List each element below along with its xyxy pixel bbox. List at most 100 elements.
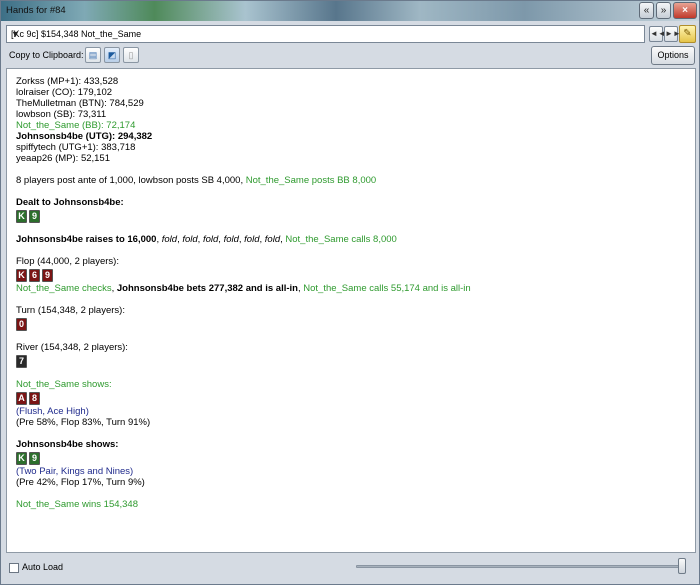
title-bar[interactable]: Hands for #84 « » × xyxy=(1,1,699,21)
slider-thumb[interactable] xyxy=(678,558,686,574)
flop-bet: Johnsonsb4be bets 277,382 and is all-in xyxy=(116,283,298,294)
preflop-raise: Johnsonsb4be raises to 16,000 xyxy=(16,234,157,245)
card-group: A8 xyxy=(16,392,686,405)
equity-text: (Pre 42%, Flop 17%, Turn 9%) xyxy=(16,477,145,488)
posts-line: 8 players post ante of 1,000, lowbson po… xyxy=(16,175,686,186)
posts-text: 8 players post ante of 1,000, lowbson po… xyxy=(16,175,246,186)
result-block: Not_the_Same wins 154,348 xyxy=(16,499,686,510)
copy-forum-button[interactable]: ◩ xyxy=(104,47,120,63)
hand-description: (Two Pair, Kings and Nines) xyxy=(16,466,686,477)
players-block: Zorkss (MP+1): 433,528 lolraiser (CO): 17… xyxy=(16,76,686,164)
fold-action: fold xyxy=(244,234,260,245)
showdown-label-text: Not_the_Same shows: xyxy=(16,379,112,390)
hand-history-text: Zorkss (MP+1): 433,528 lolraiser (CO): 17… xyxy=(16,76,686,521)
title-next-button[interactable]: » xyxy=(656,2,671,19)
player-line: Zorkss (MP+1): 433,528 xyxy=(16,76,686,87)
previous-hand-button[interactable]: ◄◄ xyxy=(649,26,666,42)
showdown-label-text: Johnsonsb4be shows: xyxy=(16,439,119,450)
card: K xyxy=(16,452,27,465)
player-stack: lowbson (SB): 73,311 xyxy=(16,109,107,120)
river-block: River (154,348, 2 players): 7 xyxy=(16,342,686,368)
turn-label-text: Turn (154,348, 2 players): xyxy=(16,305,125,316)
text-format-icon: ▤ xyxy=(88,50,98,60)
copy-text-button[interactable]: ▤ xyxy=(85,47,101,63)
card-group: 0 xyxy=(16,318,686,331)
card: 6 xyxy=(29,269,40,282)
preflop-line: Johnsonsb4be raises to 16,000, fold, fol… xyxy=(16,234,686,245)
flop-check: Not_the_Same checks xyxy=(16,283,112,294)
player-line: yeaap26 (MP): 52,151 xyxy=(16,153,686,164)
hands-window: Hands for #84 « » × [Kc 9c] $154,348 Not… xyxy=(0,0,700,585)
card: K xyxy=(16,210,27,223)
close-button[interactable]: × xyxy=(673,2,697,19)
player-stack: yeaap26 (MP): 52,151 xyxy=(16,153,111,164)
player-line: Not_the_Same (BB): 72,174 xyxy=(16,120,686,131)
auto-load-label: Auto Load xyxy=(22,562,64,572)
flop-label: Flop (44,000, 2 players): xyxy=(16,256,686,267)
card: 9 xyxy=(29,210,40,223)
player-stack: Zorkss (MP+1): 433,528 xyxy=(16,76,119,87)
dealt-label: Dealt to Johnsonsb4be: xyxy=(16,197,686,208)
flop-actions: Not_the_Same checks, Johnsonsb4be bets 2… xyxy=(16,283,686,294)
slider-track[interactable] xyxy=(356,565,686,568)
player-line: spiffytech (UTG+1): 383,718 xyxy=(16,142,686,153)
player-line: lolraiser (CO): 179,102 xyxy=(16,87,686,98)
turn-label: Turn (154,348, 2 players): xyxy=(16,305,686,316)
equity-line: (Pre 58%, Flop 83%, Turn 91%) xyxy=(16,417,686,428)
player-line: lowbson (SB): 73,311 xyxy=(16,109,686,120)
player-stack: spiffytech (UTG+1): 383,718 xyxy=(16,142,136,153)
card: 8 xyxy=(29,392,40,405)
hand-history-panel[interactable]: Zorkss (MP+1): 433,528 lolraiser (CO): 17… xyxy=(6,68,696,553)
title-prev-button[interactable]: « xyxy=(639,2,654,19)
player-line: TheMulletman (BTN): 784,529 xyxy=(16,98,686,109)
status-bar: Auto Load xyxy=(1,556,699,584)
card-group: K9 xyxy=(16,452,686,465)
flop-block: Flop (44,000, 2 players): K 6 9 Not_the_Same… xyxy=(16,256,686,294)
card-group: K69 xyxy=(16,269,686,282)
river-label: River (154,348, 2 players): xyxy=(16,342,686,353)
preflop-block: Johnsonsb4be raises to 16,000, fold, fol… xyxy=(16,234,686,245)
fold-action: fold xyxy=(182,234,198,245)
preflop-call: Not_the_Same calls 8,000 xyxy=(285,234,397,245)
result-line: Not_the_Same wins 154,348 xyxy=(16,499,686,510)
card: 7 xyxy=(16,355,27,368)
copy-html-button[interactable]: ▯ xyxy=(123,47,139,63)
card: 9 xyxy=(29,452,40,465)
document-icon: ▯ xyxy=(128,50,134,60)
card: 0 xyxy=(16,318,27,331)
player-stack: Not_the_Same (BB): 72,174 xyxy=(16,120,136,131)
card: A xyxy=(16,392,27,405)
copy-to-clipboard-label: Copy to Clipboard: xyxy=(9,50,84,60)
player-stack: TheMulletman (BTN): 784,529 xyxy=(16,98,144,109)
window-title: Hands for #84 xyxy=(6,5,66,16)
showdown-label: Johnsonsb4be shows: xyxy=(16,439,686,450)
forum-format-icon: ◩ xyxy=(107,50,117,60)
fold-action: fold xyxy=(161,234,178,245)
fold-action: fold xyxy=(264,234,281,245)
fold-action: fold xyxy=(202,234,219,245)
chevron-down-icon[interactable]: ▼ xyxy=(11,29,642,39)
auto-load-checkbox[interactable] xyxy=(9,563,19,573)
options-button[interactable]: Options xyxy=(651,46,695,65)
equity-line: (Pre 42%, Flop 17%, Turn 9%) xyxy=(16,477,686,488)
player-line: Johnsonsb4be (UTG): 294,382 xyxy=(16,131,686,142)
hand-description-text: (Flush, Ace High) xyxy=(16,406,89,417)
hand-description: (Flush, Ace High) xyxy=(16,406,686,417)
hand-selector-dropdown[interactable]: [Kc 9c] $154,348 Not_the_Same ▼ xyxy=(6,25,645,43)
equity-text: (Pre 58%, Flop 83%, Turn 91%) xyxy=(16,417,151,428)
showdown-block: Not_the_Same shows: A 8 (Flush, Ace High) (P… xyxy=(16,379,686,428)
flop-call: Not_the_Same calls 55,174 and is all-in xyxy=(303,283,471,294)
dealt-block: Dealt to Johnsonsb4be: K 9 xyxy=(16,197,686,223)
card-group: 7 xyxy=(16,355,686,368)
turn-block: Turn (154,348, 2 players): 0 xyxy=(16,305,686,331)
next-hand-button[interactable]: ►► xyxy=(664,26,681,42)
dealt-label-text: Dealt to Johnsonsb4be: xyxy=(16,197,124,208)
fold-action: fold xyxy=(223,234,239,245)
showdown-block: Johnsonsb4be shows: K 9 (Two Pair, Kings an… xyxy=(16,439,686,488)
card-group: K9 xyxy=(16,210,686,223)
result-text: Not_the_Same wins 154,348 xyxy=(16,499,138,510)
card: 9 xyxy=(42,269,53,282)
player-stack: Johnsonsb4be (UTG): 294,382 xyxy=(16,131,153,142)
card: K xyxy=(16,269,27,282)
tag-icon[interactable]: ✎ xyxy=(679,25,696,43)
